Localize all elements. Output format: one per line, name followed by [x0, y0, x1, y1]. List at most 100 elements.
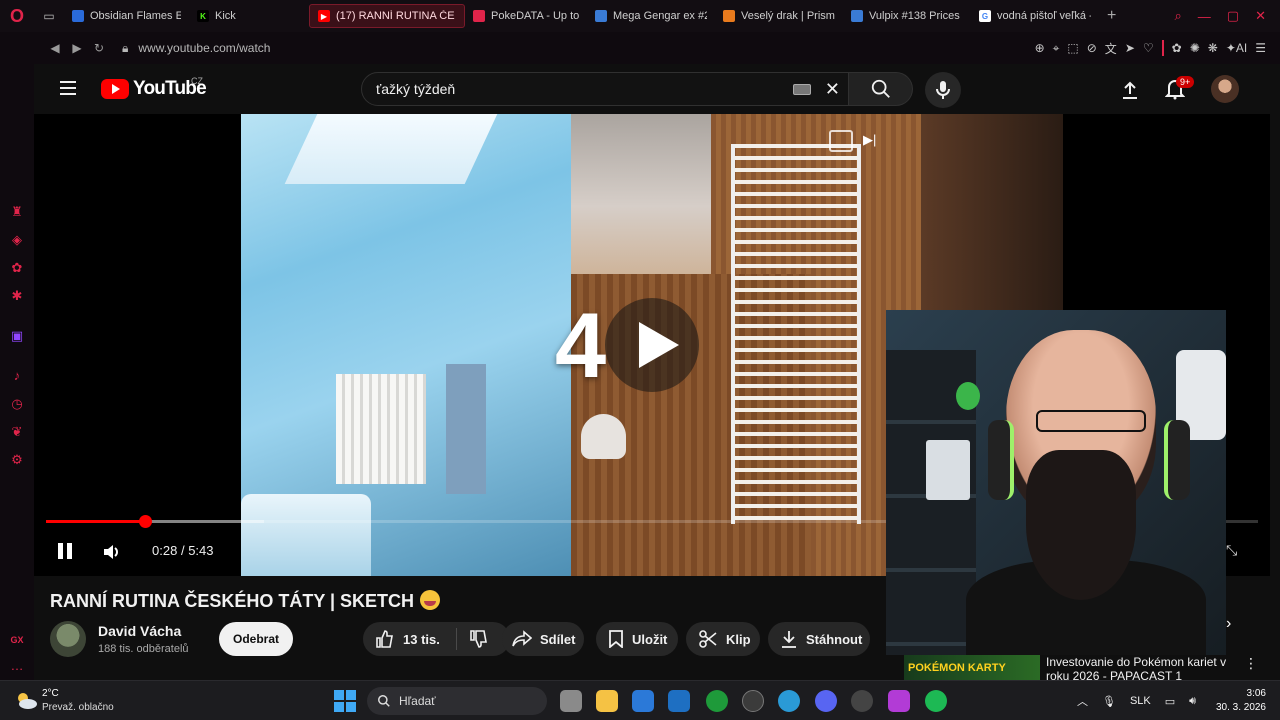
skylight — [284, 114, 498, 184]
sidebar-settings-icon[interactable]: ⚙ — [9, 452, 25, 468]
extension-icon[interactable]: ❋ — [1208, 41, 1218, 55]
mail-icon[interactable] — [668, 690, 690, 712]
adblock-icon[interactable]: ⊘ — [1087, 41, 1097, 55]
sidebar-history-icon[interactable]: ◷ — [9, 396, 25, 412]
search-tabs-icon[interactable]: ⌕ — [1175, 8, 1182, 24]
pause-icon[interactable] — [58, 543, 72, 559]
opera-logo-icon[interactable]: O — [0, 0, 34, 32]
chevron-right-icon[interactable]: › — [1226, 615, 1231, 633]
language-indicator[interactable]: SLK — [1130, 695, 1151, 707]
related-title[interactable]: Investovanie do Pokémon kariet v roku 20… — [1046, 655, 1242, 683]
back-icon[interactable]: ◀ — [44, 41, 66, 55]
send-icon[interactable]: ➤ — [1125, 41, 1135, 55]
like-dislike-group: 13 tis. — [363, 622, 510, 656]
pin-icon[interactable]: ⌖ — [1053, 41, 1060, 56]
tab-kick[interactable]: K Kick — [189, 4, 309, 28]
fullscreen-icon[interactable]: ⤡ — [1226, 542, 1237, 559]
extension-icon[interactable]: ✺ — [1190, 41, 1200, 55]
translate-icon[interactable]: 文 — [1105, 40, 1117, 57]
sidebar-cleaner-icon[interactable]: ◈ — [9, 232, 25, 248]
extension-icon[interactable]: ✿ — [1172, 41, 1182, 55]
window-controls: ⌕ — ▢ ✕ — [1175, 8, 1280, 24]
xbox-icon[interactable] — [706, 690, 728, 712]
sidebar-extensions-icon[interactable]: ✱ — [9, 288, 25, 304]
forward-icon[interactable]: ▶ — [66, 41, 88, 55]
toilet — [581, 414, 626, 459]
share-button[interactable]: Sdílet — [502, 622, 584, 656]
person-beard — [1026, 450, 1136, 600]
play-overlay-icon[interactable] — [605, 298, 699, 392]
sidebar-player-icon[interactable]: ♪ — [9, 368, 25, 384]
discord-icon[interactable] — [815, 690, 837, 712]
keyboard-icon[interactable] — [792, 83, 811, 95]
app-icon[interactable] — [742, 690, 764, 712]
related-thumbnail[interactable]: POKÉMON KARTY — [904, 655, 1040, 680]
related-video[interactable]: › POKÉMON KARTY Investovanie do Pokémon … — [886, 615, 1270, 683]
sidebar-bookmarks-icon[interactable]: ❦ — [9, 424, 25, 440]
channel-avatar[interactable] — [50, 621, 86, 657]
weather-cloudy-icon[interactable] — [14, 689, 38, 711]
more-options-icon[interactable]: ⋮ — [1244, 655, 1258, 672]
aria-ai-icon[interactable]: ✦AI — [1226, 41, 1247, 55]
sidebar-more-icon[interactable]: … — [9, 658, 25, 674]
webcam-overlay — [886, 310, 1226, 655]
download-button[interactable]: Stáhnout — [768, 622, 870, 656]
close-icon[interactable]: ✕ — [1255, 8, 1266, 24]
search-button[interactable] — [849, 72, 913, 106]
microphone-icon[interactable]: 🎙︎ — [1102, 695, 1116, 708]
minimize-icon[interactable]: — — [1198, 9, 1211, 24]
tab-vulpix[interactable]: Vulpix #138 Prices — [843, 4, 971, 28]
search-input[interactable]: ťažký týždeň ✕ — [361, 72, 849, 106]
youtube-favicon-icon: ▶ — [318, 10, 330, 22]
tab-google-search[interactable]: G vodná pištoľ veľká - — [971, 4, 1099, 28]
tab-youtube-active[interactable]: ▶ (17) RANNÍ RUTINA ČE — [309, 4, 465, 28]
snapshot-icon[interactable]: ⬚ — [1067, 41, 1078, 55]
maximize-icon[interactable]: ▢ — [1227, 8, 1239, 24]
tab-pokedata[interactable]: PokeDATA - Up to d — [465, 4, 587, 28]
network-icon[interactable]: ▭ — [1165, 695, 1175, 708]
miniplayer-icon[interactable] — [829, 130, 853, 152]
voice-search-button[interactable] — [925, 72, 961, 108]
clock[interactable]: 3:06 30. 3. 2026 — [1210, 687, 1266, 715]
sidebar-gx-control-icon[interactable]: ♜ — [9, 204, 25, 220]
easy-setup-icon[interactable]: ☰ — [1255, 41, 1266, 55]
spotify-icon[interactable] — [925, 690, 947, 712]
ms-store-icon[interactable] — [632, 690, 654, 712]
file-explorer-icon[interactable] — [596, 690, 618, 712]
zoom-icon[interactable]: ⊕ — [1035, 41, 1045, 55]
app-icon[interactable] — [888, 690, 910, 712]
task-view-icon[interactable] — [560, 690, 582, 712]
menu-icon[interactable] — [60, 81, 76, 95]
sidebar-gx-corner-icon[interactable]: ✿ — [9, 260, 25, 276]
notification-badge: 9+ — [1176, 76, 1195, 88]
channel-name[interactable]: David Vácha — [98, 623, 181, 639]
edge-icon[interactable] — [778, 690, 800, 712]
upload-icon[interactable] — [1120, 80, 1140, 105]
volume-icon[interactable] — [102, 542, 122, 567]
url-field[interactable]: 🔒︎ www.youtube.com/watch — [122, 41, 270, 56]
windows-start-icon[interactable] — [334, 690, 356, 712]
tab-vesely-drak[interactable]: Veselý drak | Prism — [715, 4, 843, 28]
progress-scrubber[interactable] — [139, 515, 153, 528]
taskbar-search[interactable]: Hľadať — [367, 687, 547, 715]
speaker-icon[interactable]: 🔊︎ — [1189, 695, 1196, 708]
save-button[interactable]: Uložit — [596, 622, 678, 656]
next-video-icon[interactable]: ▶︎| — [863, 132, 876, 148]
heart-icon[interactable]: ♡ — [1143, 41, 1154, 55]
unsubscribe-button[interactable]: Odebrat — [219, 622, 294, 656]
twitch-icon[interactable]: ▣ — [9, 328, 25, 344]
account-avatar[interactable] — [1211, 75, 1239, 103]
gx-label: GX — [10, 635, 24, 645]
reload-icon[interactable]: ↻ — [88, 41, 110, 55]
weather-description: Prevaž. oblačno — [42, 702, 114, 713]
clear-search-icon[interactable]: ✕ — [825, 79, 840, 100]
like-button[interactable]: 13 tis. — [375, 629, 440, 649]
clip-button[interactable]: Klip — [686, 622, 760, 656]
workspaces-icon[interactable]: ▭ — [34, 0, 64, 32]
tab-mega-gengar[interactable]: Mega Gengar ex #2 — [587, 4, 715, 28]
steam-icon[interactable] — [851, 690, 873, 712]
chevron-up-icon[interactable]: ︿ — [1077, 693, 1088, 709]
new-tab-icon[interactable]: + — [1099, 7, 1116, 25]
thumbs-down-icon[interactable] — [469, 629, 489, 649]
tab-obsidian[interactable]: Obsidian Flames Eli — [64, 4, 189, 28]
